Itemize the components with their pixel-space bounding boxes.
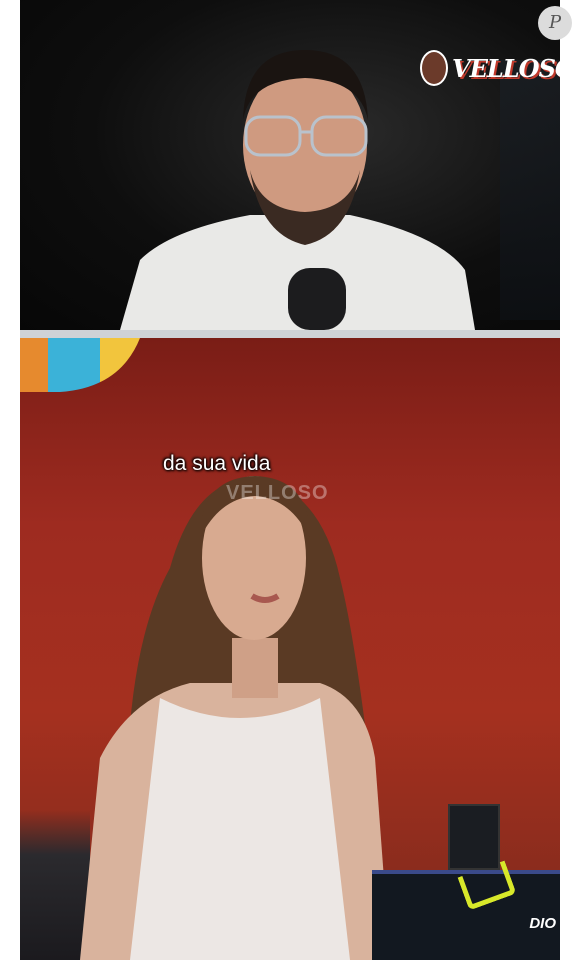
bottom-video-panel: DIO — [20, 338, 560, 960]
top-video-panel: VELLOSO — [20, 0, 560, 330]
corner-badge-icon: P — [538, 6, 572, 40]
watermark-text: VELLOSO — [226, 482, 329, 504]
panel-divider — [20, 330, 560, 338]
channel-logo: VELLOSO — [420, 50, 560, 86]
ping-pong-table: DIO — [372, 860, 560, 960]
woman-figure — [80, 476, 390, 960]
table-brand-text: DIO — [529, 915, 556, 932]
avatar-icon — [420, 50, 448, 86]
video-frame: VELLOSO DIO — [20, 0, 560, 960]
logo-text: VELLOSO — [452, 53, 560, 83]
subtitle-caption: da sua vida — [163, 452, 271, 475]
